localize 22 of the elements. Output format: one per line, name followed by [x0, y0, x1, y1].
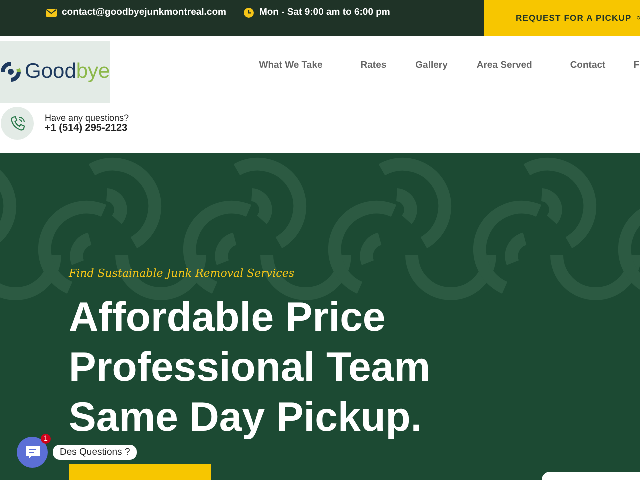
logo-text: Goodbye [25, 60, 110, 84]
hero-tagline: Find Sustainable Junk Removal Services [69, 267, 296, 280]
nav-link[interactable]: Contact [570, 60, 606, 71]
nav-link[interactable]: F [634, 60, 640, 71]
business-hours: Mon - Sat 9:00 am to 6:00 pm [259, 7, 390, 18]
hero-button[interactable] [69, 464, 211, 480]
hero-headline: Affordable Price Professional Team Same Day Pickup. [69, 293, 432, 442]
email-link[interactable]: contact@goodbyejunkmontreal.com [62, 7, 226, 18]
phone-icon [1, 107, 34, 140]
request-pickup-button[interactable]: REQUEST FOR A PICKUP [484, 0, 640, 36]
phone-link[interactable]: +1 (514) 295-2123 [45, 123, 130, 134]
contact-question: Have any questions? [45, 113, 130, 123]
logo[interactable]: Goodbye [0, 41, 110, 103]
nav-link[interactable]: Area Served [476, 60, 532, 71]
nav-link[interactable]: What We Take [259, 60, 323, 71]
chat-label[interactable]: Des Questions ? [53, 445, 138, 460]
nav-link[interactable]: Rates [360, 60, 387, 71]
clock-icon [244, 8, 254, 18]
nav-link[interactable]: Gallery [416, 60, 448, 71]
logo-mark-icon [0, 61, 22, 83]
chat-icon [24, 445, 40, 460]
mail-icon [46, 8, 57, 16]
